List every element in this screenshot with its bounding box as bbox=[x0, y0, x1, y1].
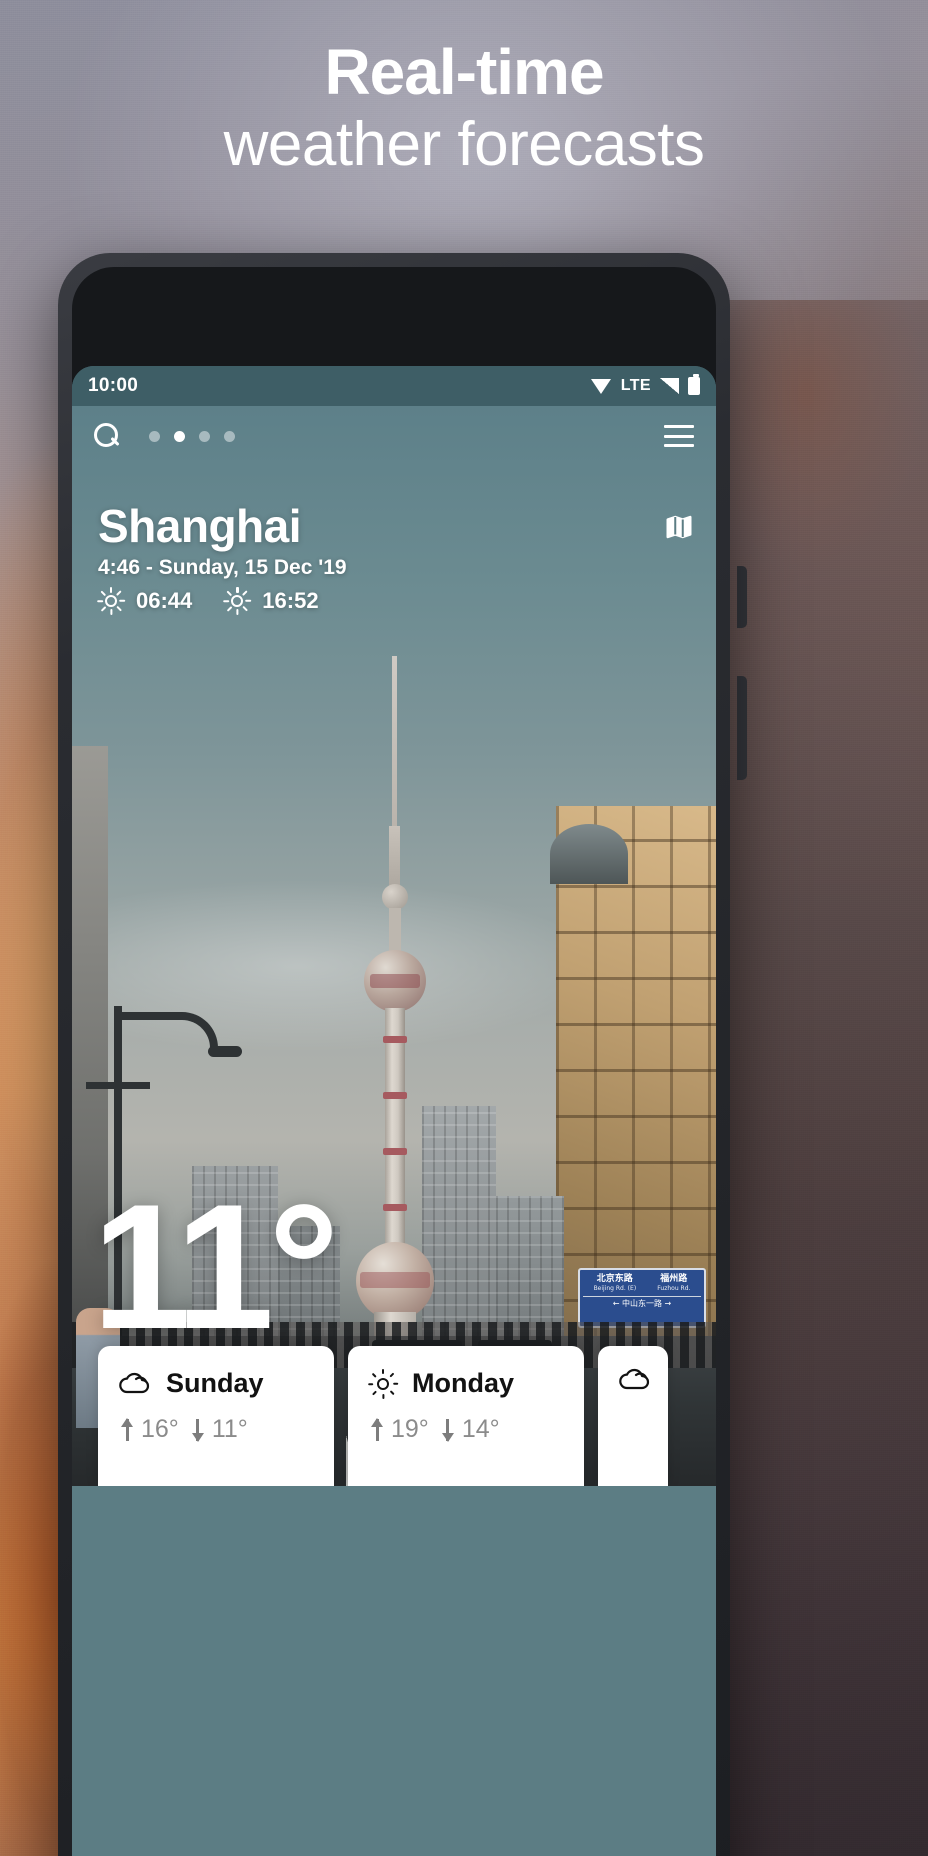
sunset-time: 16:52 bbox=[262, 588, 319, 614]
sunset-group: 16:52 bbox=[223, 587, 319, 616]
location-header: Shanghai 4:46 - Sunday, 15 Dec '19 06:44… bbox=[97, 502, 694, 616]
current-temperature: 11° bbox=[92, 1167, 339, 1367]
sun-core bbox=[231, 595, 244, 608]
signal-icon bbox=[660, 378, 679, 394]
tower-small-sphere bbox=[382, 884, 408, 910]
forecast-card-list: Sunday 16° 11° Monday 19° 14° bbox=[72, 1346, 716, 1486]
hamburger-menu-icon[interactable] bbox=[664, 425, 694, 447]
street-sign-right-en: Fuzhou Rd. bbox=[657, 1285, 691, 1293]
street-lamp-arm bbox=[118, 1012, 218, 1052]
menu-line bbox=[664, 444, 694, 447]
arrow-down-icon bbox=[189, 1417, 207, 1443]
sunrise-time: 06:44 bbox=[136, 588, 193, 614]
tower-middle-sphere bbox=[364, 950, 426, 1012]
status-bar-icons: LTE bbox=[590, 374, 700, 395]
forecast-high-group: 16° bbox=[118, 1415, 179, 1444]
tower-large-sphere bbox=[356, 1242, 434, 1320]
phone-screen: 10:00 LTE 北京东路 福州路 Beijing Rd. (E) Fuzho… bbox=[72, 366, 716, 1856]
sunrise-group: 06:44 bbox=[97, 587, 193, 616]
local-datetime: 4:46 - Sunday, 15 Dec '19 bbox=[98, 556, 347, 580]
tower-ring bbox=[383, 1036, 407, 1043]
tower-ring bbox=[383, 1204, 407, 1211]
page-dot-2[interactable] bbox=[174, 430, 185, 442]
tower-ring bbox=[383, 1092, 407, 1099]
sunset-icon bbox=[223, 587, 252, 616]
arrow-up-icon bbox=[368, 1417, 386, 1443]
street-lamp-head bbox=[208, 1046, 242, 1057]
cloud-icon bbox=[618, 1368, 652, 1392]
map-icon[interactable] bbox=[664, 512, 694, 542]
page-title: Shanghai bbox=[98, 500, 302, 552]
tower-ring bbox=[383, 1148, 407, 1155]
page-indicator[interactable] bbox=[149, 430, 235, 442]
battery-full-icon bbox=[688, 374, 700, 395]
volume-button[interactable] bbox=[737, 676, 747, 780]
forecast-day-label: Monday bbox=[412, 1368, 515, 1398]
forecast-temps: 16° 11° bbox=[118, 1415, 314, 1444]
forecast-low: 11° bbox=[211, 1415, 248, 1443]
forecast-card-header: Sunday bbox=[118, 1368, 314, 1399]
power-button[interactable] bbox=[737, 566, 747, 628]
forecast-high-group: 19° bbox=[368, 1415, 429, 1444]
street-sign-bottom: ← 中山东一路 → bbox=[583, 1295, 701, 1309]
search-icon[interactable] bbox=[94, 422, 121, 450]
status-bar: 10:00 LTE bbox=[72, 366, 716, 406]
sunrise-icon bbox=[97, 587, 126, 616]
arrow-down-icon bbox=[439, 1417, 457, 1443]
forecast-high: 19° bbox=[391, 1415, 429, 1443]
forecast-low-group: 11° bbox=[189, 1415, 248, 1444]
street-sign-names: 北京东路 福州路 bbox=[583, 1274, 701, 1285]
street-sign-names-en: Beijing Rd. (E) Fuzhou Rd. bbox=[583, 1285, 701, 1293]
tower-shaft-lower bbox=[385, 1008, 405, 1258]
app-toolbar bbox=[72, 406, 716, 466]
city-row: Shanghai bbox=[98, 502, 694, 550]
forecast-card-monday[interactable]: Monday 19° 14° bbox=[348, 1346, 584, 1486]
street-sign-left-en: Beijing Rd. (E) bbox=[593, 1285, 637, 1293]
headline-line-2: weather forecasts bbox=[223, 110, 705, 180]
headline-line-1: Real-time bbox=[324, 36, 604, 108]
street-sign-left-cn: 北京东路 bbox=[596, 1274, 633, 1284]
status-bar-clock: 10:00 bbox=[88, 375, 139, 396]
promo-headline: Real-time weather forecasts bbox=[0, 36, 928, 183]
street-sign-right-cn: 福州路 bbox=[660, 1274, 688, 1284]
weather-hero: 北京东路 福州路 Beijing Rd. (E) Fuzhou Rd. ← 中山… bbox=[72, 406, 716, 1486]
forecast-card-header: Monday bbox=[368, 1368, 564, 1399]
sun-core bbox=[105, 595, 117, 608]
forecast-card-header bbox=[618, 1368, 650, 1392]
menu-line bbox=[664, 434, 694, 438]
sun-icon bbox=[368, 1368, 399, 1399]
forecast-low: 14° bbox=[461, 1415, 500, 1443]
cloud-icon bbox=[118, 1372, 152, 1396]
sun-times-row: 06:44 16:52 bbox=[97, 587, 694, 616]
forecast-day-label: Sunday bbox=[166, 1368, 264, 1398]
page-dot-1[interactable] bbox=[149, 430, 160, 442]
street-sign: 北京东路 福州路 Beijing Rd. (E) Fuzhou Rd. ← 中山… bbox=[578, 1268, 706, 1328]
page-dot-4[interactable] bbox=[224, 430, 235, 442]
wifi-icon bbox=[590, 378, 612, 394]
forecast-card-sunday[interactable]: Sunday 16° 11° bbox=[98, 1346, 334, 1486]
street-lamp-crossbar bbox=[86, 1082, 150, 1089]
forecast-high: 16° bbox=[141, 1415, 179, 1443]
building-dome bbox=[550, 824, 628, 884]
forecast-low-group: 14° bbox=[439, 1415, 500, 1444]
forecast-card-next[interactable] bbox=[598, 1346, 668, 1486]
page-dot-3[interactable] bbox=[199, 430, 210, 442]
menu-line bbox=[664, 425, 694, 428]
arrow-up-icon bbox=[118, 1417, 136, 1443]
sun-core bbox=[377, 1377, 389, 1390]
forecast-temps: 19° 14° bbox=[368, 1415, 564, 1444]
network-type-label: LTE bbox=[620, 377, 651, 394]
